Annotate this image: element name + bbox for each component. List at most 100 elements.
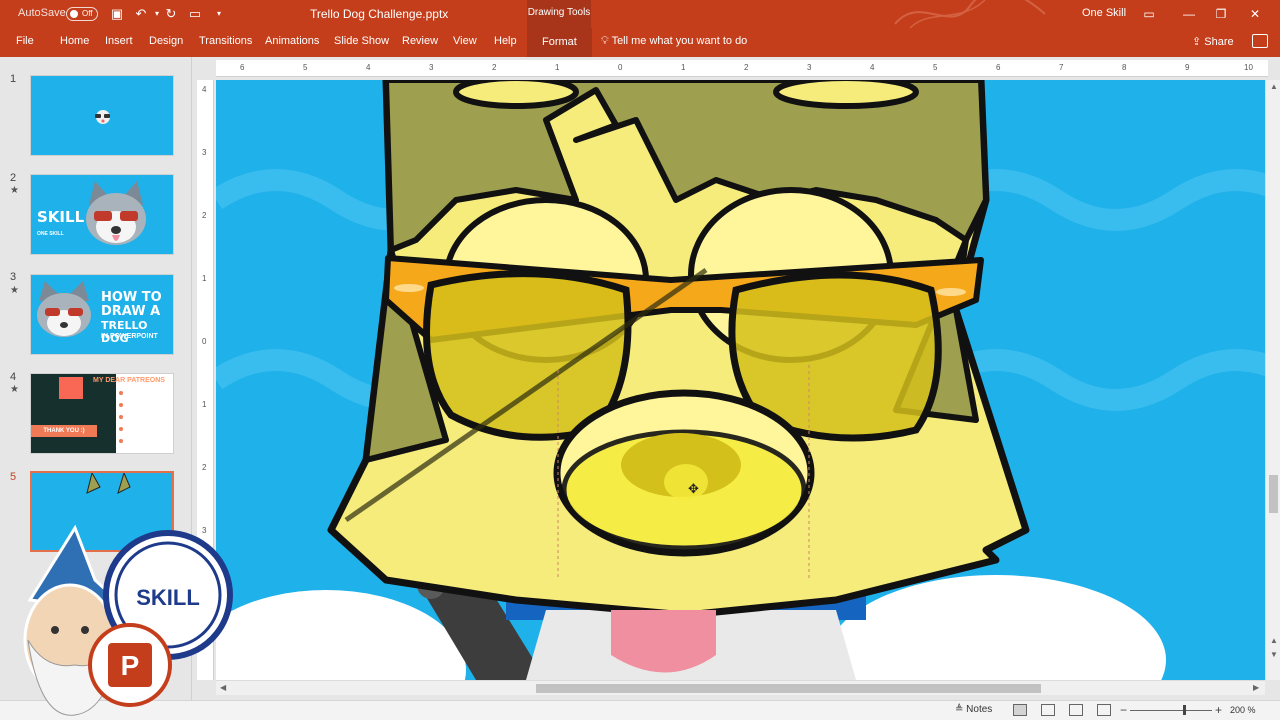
save-icon[interactable]: ▣ <box>108 5 126 23</box>
ruler-tick: 1 <box>681 63 686 72</box>
animation-star-icon: ★ <box>10 285 19 296</box>
zoom-slider-handle[interactable] <box>1183 705 1186 715</box>
ruler-tick: 9 <box>1185 63 1190 72</box>
restore-icon[interactable]: ❐ <box>1210 4 1232 24</box>
sunglasses-highlight <box>394 284 424 292</box>
scroll-right-icon[interactable]: ▶ <box>1253 683 1259 692</box>
autosave-label: AutoSave <box>18 7 66 19</box>
slide-headline-line-3: TRELLO DOG <box>101 319 148 345</box>
slide-thumbnail-1[interactable] <box>30 75 174 156</box>
ruler-tick: 1 <box>555 63 560 72</box>
ruler-tick: 6 <box>240 63 245 72</box>
comments-icon[interactable] <box>1252 34 1268 48</box>
slide-canvas[interactable]: ✥ <box>216 80 1265 680</box>
ruler-tick: 4 <box>870 63 875 72</box>
zoom-level[interactable]: 200 % <box>1230 705 1256 715</box>
slide-subline: IN POWERPOINT <box>101 333 158 340</box>
ruler-tick: 0 <box>202 337 207 346</box>
patreon-logo-icon <box>59 377 83 399</box>
tab-transitions[interactable]: Transitions <box>199 35 252 47</box>
tab-slide-show[interactable]: Slide Show <box>334 35 389 47</box>
slide-headline-line-2: DRAW A <box>101 304 161 319</box>
customize-toolbar-icon[interactable]: ▾ <box>210 5 228 23</box>
reading-view-icon[interactable] <box>1069 704 1083 716</box>
skill-brand-mini: SKILL <box>37 208 85 226</box>
one-skill-logo: SKILL P <box>23 524 233 716</box>
ruler-tick: 5 <box>303 63 308 72</box>
right-ear-tip <box>773 80 919 109</box>
previous-slide-icon[interactable]: ▲ <box>1270 636 1278 645</box>
close-icon[interactable]: ✕ <box>1244 4 1266 24</box>
horizontal-scroll-thumb[interactable] <box>536 684 1041 693</box>
tab-format[interactable]: Format <box>527 28 592 57</box>
powerpoint-icon: P <box>121 650 140 681</box>
tell-me-box[interactable]: 💡︎ Tell me what you want to do <box>601 35 747 48</box>
slide-number: 1 <box>10 73 17 85</box>
ruler-tick: 4 <box>366 63 371 72</box>
zoom-out-icon[interactable]: − <box>1120 703 1127 717</box>
animation-star-icon: ★ <box>10 384 19 395</box>
tab-view[interactable]: View <box>453 35 477 47</box>
autosave-toggle[interactable]: Off <box>66 7 98 21</box>
zoom-in-icon[interactable]: + <box>1215 703 1222 717</box>
zoom-slider[interactable] <box>1130 710 1212 711</box>
scroll-up-icon[interactable]: ▲ <box>1270 82 1278 91</box>
patreons-heading: MY DEAR PATREONS <box>93 377 165 384</box>
ruler-tick: 0 <box>618 63 623 72</box>
ruler-tick: 10 <box>1244 63 1253 72</box>
ribbon-tabs: File Home Insert Design Transitions Anim… <box>0 28 1280 57</box>
ruler-tick: 6 <box>996 63 1001 72</box>
ruler-tick: 3 <box>807 63 812 72</box>
slide-sorter-icon[interactable] <box>1041 704 1055 716</box>
tab-animations[interactable]: Animations <box>265 35 319 47</box>
patron-row <box>119 426 169 432</box>
patron-row <box>119 390 169 396</box>
tab-home[interactable]: Home <box>60 35 89 47</box>
document-title: Trello Dog Challenge.pptx <box>310 7 449 21</box>
slide-headline-line-1: HOW TO <box>101 290 162 305</box>
animation-star-icon: ★ <box>10 185 19 196</box>
user-name[interactable]: One Skill <box>1082 7 1126 19</box>
share-button[interactable]: ⇪ Share <box>1192 35 1234 48</box>
ruler-tick: 3 <box>202 148 207 157</box>
tell-me-text: Tell me what you want to do <box>611 35 748 47</box>
ruler-tick: 2 <box>492 63 497 72</box>
vertical-scrollbar[interactable]: ▲ ▲ ▼ <box>1265 80 1280 680</box>
slide-thumbnail-4[interactable]: MY DEAR PATREONS THANK YOU :) <box>30 373 174 454</box>
slide-thumbnail-3[interactable]: HOW TO DRAW A TRELLO DOG IN POWERPOINT <box>30 274 174 355</box>
ruler-tick: 3 <box>429 63 434 72</box>
slide-thumbnail-2[interactable]: SKILL ONE SKILL <box>30 174 174 255</box>
dog-tongue <box>611 610 716 673</box>
tab-file[interactable]: File <box>16 35 34 47</box>
ruler-tick: 7 <box>1059 63 1064 72</box>
start-slideshow-icon[interactable]: ▭ <box>186 5 204 23</box>
horizontal-ruler[interactable]: 6 5 4 3 2 1 0 1 2 3 4 5 6 7 8 9 10 <box>216 60 1268 77</box>
patron-row <box>119 438 169 444</box>
normal-view-icon[interactable] <box>1013 704 1027 716</box>
vertical-scroll-thumb[interactable] <box>1269 475 1278 513</box>
share-label: Share <box>1204 36 1234 48</box>
tab-design[interactable]: Design <box>149 35 183 47</box>
redo-icon[interactable]: ↻ <box>162 5 180 23</box>
mini-dog-icon <box>95 110 110 124</box>
patron-row <box>119 414 169 420</box>
tab-insert[interactable]: Insert <box>105 35 133 47</box>
slide-number: 4 <box>10 371 17 383</box>
slide-show-view-icon[interactable] <box>1097 704 1111 716</box>
tab-review[interactable]: Review <box>402 35 438 47</box>
minimize-icon[interactable]: — <box>1178 4 1200 24</box>
slide-number: 5 <box>10 471 17 483</box>
next-slide-icon[interactable]: ▼ <box>1270 650 1278 659</box>
left-ear-tip <box>453 80 579 109</box>
tab-help[interactable]: Help <box>494 35 517 47</box>
notes-label: Notes <box>966 704 993 715</box>
patron-row <box>119 402 169 408</box>
ruler-tick: 1 <box>202 400 207 409</box>
share-icon: ⇪ <box>1192 36 1205 48</box>
horizontal-scrollbar[interactable]: ◀ ▶ <box>216 680 1265 695</box>
thank-you-banner: THANK YOU :) <box>31 425 97 437</box>
slide-number: 3 <box>10 271 17 283</box>
ribbon-display-icon[interactable]: ▭ <box>1138 4 1160 24</box>
dog-nose-highlight <box>664 464 708 500</box>
notes-button[interactable]: ≜ Notes <box>955 704 992 715</box>
